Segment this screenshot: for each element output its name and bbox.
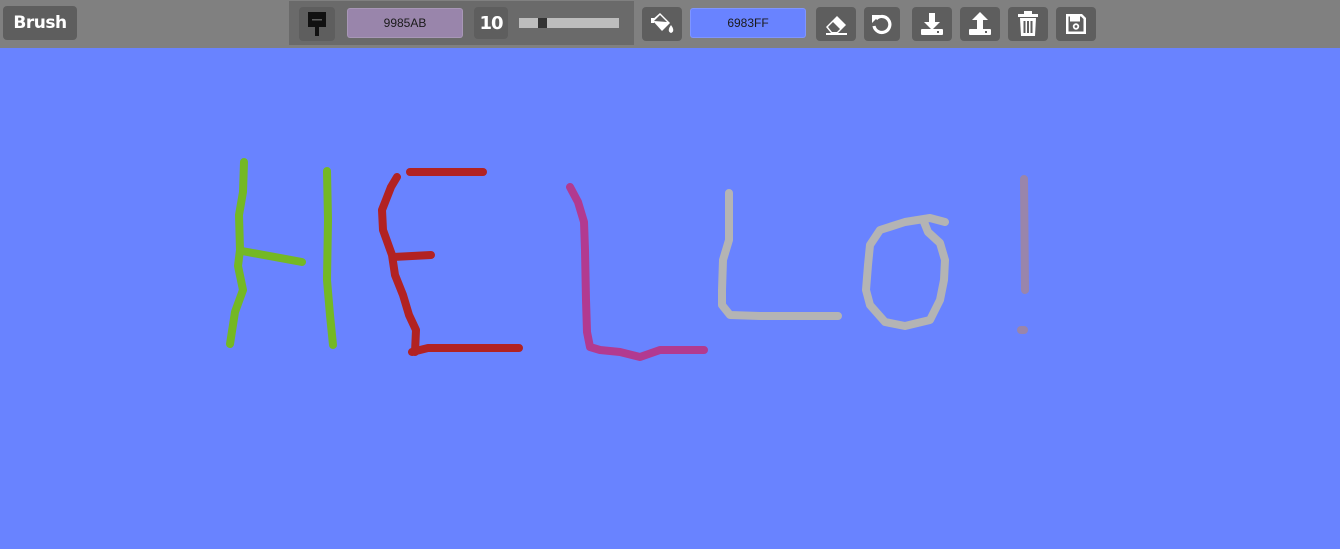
upload-icon bbox=[969, 12, 991, 35]
undo-icon bbox=[872, 14, 892, 35]
trash-icon bbox=[1018, 11, 1038, 36]
save-icon bbox=[1066, 14, 1086, 34]
mode-button[interactable]: Brush bbox=[3, 6, 77, 40]
stroke-exclaim-line bbox=[1020, 175, 1029, 294]
clear-button[interactable] bbox=[1008, 7, 1048, 41]
stroke-l-grey bbox=[718, 189, 842, 320]
brush-size-value: 10 bbox=[474, 7, 508, 39]
brush-size-slider[interactable] bbox=[519, 18, 619, 28]
stroke-h-right bbox=[323, 167, 337, 349]
eraser-button[interactable] bbox=[816, 7, 856, 41]
undo-button[interactable] bbox=[864, 7, 900, 41]
drawing-canvas[interactable] bbox=[0, 48, 1340, 549]
stroke-o bbox=[862, 214, 949, 330]
upload-button[interactable] bbox=[960, 7, 1000, 41]
fill-color-input[interactable]: 6983FF bbox=[690, 8, 806, 38]
stroke-e-spine bbox=[378, 173, 420, 356]
stroke-h-bar bbox=[238, 247, 306, 266]
stroke-e-bottom bbox=[408, 344, 523, 356]
paint-bucket-icon bbox=[651, 13, 674, 33]
paintbrush-icon bbox=[308, 12, 326, 36]
brush-tool-button[interactable] bbox=[299, 7, 335, 41]
slider-thumb[interactable] bbox=[538, 18, 547, 28]
eraser-icon bbox=[826, 16, 847, 35]
stroke-l-pink bbox=[566, 183, 708, 361]
save-button[interactable] bbox=[1056, 7, 1096, 41]
fill-tool-button[interactable] bbox=[642, 7, 682, 41]
download-icon bbox=[921, 13, 943, 35]
stroke-e-mid bbox=[389, 251, 435, 261]
toolbar: Brush 9985AB 10 6983FF bbox=[0, 0, 1340, 48]
brush-color-input[interactable]: 9985AB bbox=[347, 8, 463, 38]
download-button[interactable] bbox=[912, 7, 952, 41]
canvas-drawing bbox=[226, 158, 1029, 361]
